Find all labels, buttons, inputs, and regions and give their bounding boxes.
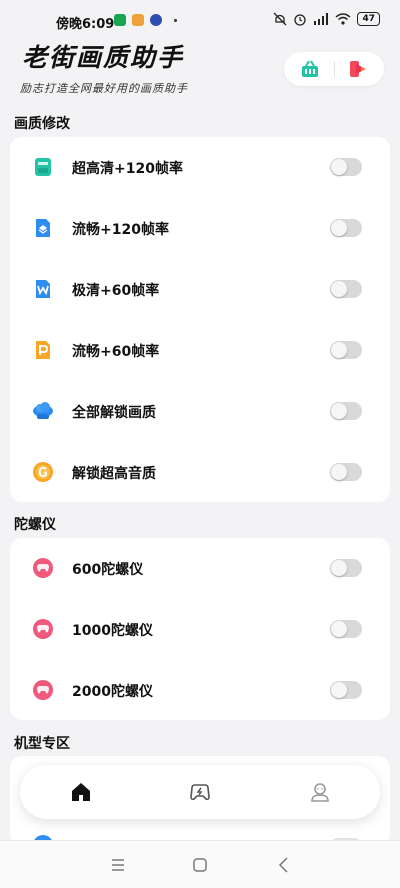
app-notification-icon	[150, 14, 162, 26]
toggle-knob	[331, 621, 347, 637]
setting-row: 超高清+120帧率	[10, 137, 390, 197]
section-title-gyro: 陀螺仪	[14, 517, 56, 533]
pink-gamepad-icon	[33, 558, 53, 578]
toggle-knob	[331, 464, 347, 480]
back-icon[interactable]	[274, 855, 294, 875]
toggle-knob	[331, 682, 347, 698]
toggle-knob	[331, 159, 347, 175]
setting-row: 全部解锁画质	[10, 381, 390, 441]
setting-label: 解锁超高音质	[72, 466, 156, 482]
ppt-doc-icon	[36, 341, 50, 359]
toggle-switch[interactable]	[330, 463, 362, 481]
toggle-switch[interactable]	[330, 559, 362, 577]
game-icon[interactable]	[188, 780, 212, 804]
section-title-quality: 画质修改	[14, 116, 70, 132]
bottom-nav	[20, 765, 380, 819]
setting-row: 极清+60帧率	[10, 259, 390, 319]
top-action-pill	[284, 52, 384, 86]
setting-label: 流畅+120帧率	[72, 222, 169, 238]
setting-label: 2000陀螺仪	[72, 684, 153, 700]
setting-label: 流畅+60帧率	[72, 344, 160, 360]
toggle-knob	[331, 560, 347, 576]
toggle-knob	[331, 342, 347, 358]
setting-label: 超高清+120帧率	[72, 161, 183, 177]
wifi-icon	[336, 13, 351, 25]
profile-icon[interactable]	[308, 780, 332, 804]
setting-row: 流畅+60帧率	[10, 320, 390, 380]
battery-indicator: 47	[357, 12, 380, 26]
cloud-icon	[33, 402, 53, 419]
pink-gamepad-icon	[33, 680, 53, 700]
video-play-icon[interactable]	[348, 59, 368, 79]
shopping-basket-icon[interactable]	[300, 60, 320, 78]
setting-row: 解锁超高音质	[10, 442, 390, 502]
pink-gamepad-icon	[33, 619, 53, 639]
signal-icon	[314, 13, 329, 25]
toggle-knob	[331, 281, 347, 297]
setting-label: 全部解锁画质	[72, 405, 156, 421]
mute-icon	[274, 12, 287, 26]
setting-row: 600陀螺仪	[10, 538, 390, 598]
home-square-icon[interactable]	[190, 855, 210, 875]
status-bar: 傍晚6:09 47	[0, 0, 400, 40]
toggle-switch[interactable]	[330, 341, 362, 359]
blue-doc-icon	[36, 219, 50, 237]
more-notifications-dot	[174, 19, 177, 22]
setting-row: 1000陀螺仪	[10, 599, 390, 659]
toggle-switch[interactable]	[330, 620, 362, 638]
alarm-icon	[294, 14, 307, 26]
setting-label: 600陀螺仪	[72, 562, 144, 578]
setting-label: 极清+60帧率	[72, 283, 160, 299]
app-title: 老街画质助手	[22, 43, 185, 72]
quality-settings-card: 超高清+120帧率 流畅+120帧率 极清+60帧率 流畅+60帧率 全部解锁画…	[10, 137, 390, 502]
gyro-settings-card: 600陀螺仪 1000陀螺仪 2000陀螺仪	[10, 538, 390, 720]
setting-row: 2000陀螺仪	[10, 660, 390, 720]
toggle-switch[interactable]	[330, 402, 362, 420]
setting-label: 1000陀螺仪	[72, 623, 153, 639]
menu-icon[interactable]	[108, 855, 128, 875]
status-time: 傍晚6:09	[56, 17, 115, 32]
pill-divider	[334, 61, 335, 77]
g-coin-icon	[33, 462, 53, 482]
teal-chip-icon	[35, 158, 51, 176]
toggle-switch[interactable]	[330, 280, 362, 298]
setting-row: 流畅+120帧率	[10, 198, 390, 258]
toggle-knob	[331, 403, 347, 419]
app-notification-icon	[132, 14, 144, 26]
system-nav-bar	[0, 840, 400, 888]
home-icon[interactable]	[69, 780, 93, 804]
toggle-knob	[331, 220, 347, 236]
app-notification-icon	[114, 14, 126, 26]
toggle-switch[interactable]	[330, 681, 362, 699]
section-title-model: 机型专区	[14, 736, 70, 752]
toggle-switch[interactable]	[330, 158, 362, 176]
toggle-switch[interactable]	[330, 219, 362, 237]
app-subtitle: 励志打造全网最好用的画质助手	[20, 82, 188, 95]
word-doc-icon	[36, 280, 50, 298]
